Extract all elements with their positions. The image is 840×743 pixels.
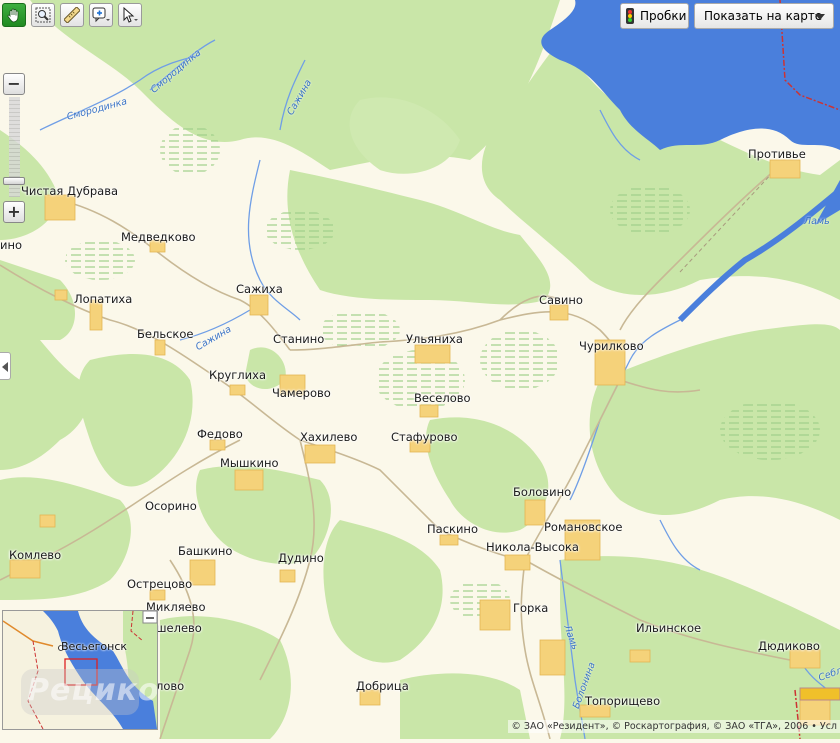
place-label: Хахилево xyxy=(300,430,358,444)
traffic-light-icon xyxy=(626,8,634,24)
place-label: Мышкино xyxy=(220,456,279,470)
add-placemark-icon xyxy=(92,7,110,23)
show-on-map-label: Показать на карте xyxy=(704,9,823,23)
place-label: Медведково xyxy=(121,230,196,244)
map-toolbar xyxy=(2,3,142,27)
place-label: Ильинское xyxy=(636,621,702,635)
place-label: Осорино xyxy=(145,499,197,513)
place-label: Чурилково xyxy=(579,339,644,353)
hand-tool-button[interactable] xyxy=(2,3,26,27)
place-label: Федово xyxy=(197,427,243,441)
add-placemark-button[interactable] xyxy=(89,3,113,27)
zoom-control: − + xyxy=(3,73,27,225)
place-label: Комлево xyxy=(9,548,62,562)
place-label: Острецово xyxy=(127,577,193,591)
traffic-button[interactable]: Пробки xyxy=(620,3,689,29)
show-on-map-dropdown[interactable]: Показать на карте xyxy=(694,3,834,29)
chevron-left-icon xyxy=(2,362,8,372)
place-label: Дюдиково xyxy=(758,639,820,653)
place-label: Добрица xyxy=(356,679,409,693)
place-label: Топорищево xyxy=(585,694,661,708)
place-label: Чистая Дубрава xyxy=(21,184,119,198)
place-label: Веселово xyxy=(414,391,471,405)
overview-minimap[interactable]: Весьегонск Рецикозя xyxy=(2,610,158,730)
side-panel-toggle[interactable] xyxy=(0,352,11,380)
place-label: Горка xyxy=(513,601,549,615)
ruler-icon xyxy=(64,7,80,23)
zoom-out-button[interactable]: − xyxy=(3,73,25,95)
chevron-down-icon xyxy=(815,14,825,20)
place-label: Башкино xyxy=(178,544,233,558)
zoom-slider-handle[interactable] xyxy=(3,177,25,185)
place-label: лово xyxy=(156,679,185,693)
place-label: Савино xyxy=(539,293,583,307)
place-label: Бельское xyxy=(137,327,194,341)
select-tool-button[interactable] xyxy=(118,3,142,27)
place-label: ино xyxy=(0,238,23,252)
place-label: Стафурово xyxy=(391,430,458,444)
watermark-text: Рецикозя xyxy=(27,673,158,708)
select-cursor-icon xyxy=(123,7,138,23)
copyright-notice: © ЗАО «Резидент», © Роскартография, © ЗА… xyxy=(508,720,840,733)
ruler-button[interactable] xyxy=(60,3,84,27)
place-label: Никола-Высока xyxy=(486,540,579,554)
place-label: Сажиха xyxy=(236,282,283,296)
place-label: Станино xyxy=(273,332,325,346)
place-label: Круглиха xyxy=(209,368,266,382)
place-label: Чамерово xyxy=(272,386,331,400)
hand-icon xyxy=(7,8,19,23)
traffic-label: Пробки xyxy=(640,9,687,23)
place-label: шелево xyxy=(156,621,202,635)
place-label: Лопатиха xyxy=(74,292,133,306)
place-label: Ульяниха xyxy=(406,332,463,346)
place-label: Дудино xyxy=(278,551,324,565)
minimap-city-label: Весьегонск xyxy=(61,640,128,653)
zoom-area-icon xyxy=(35,7,51,23)
place-label: Боловино xyxy=(513,485,572,499)
place-label: Паскино xyxy=(427,522,478,536)
river-label: Ламь xyxy=(804,216,830,227)
place-label: Противье xyxy=(748,147,806,161)
zoom-area-button[interactable] xyxy=(31,3,55,27)
place-label: Романовское xyxy=(544,520,623,534)
zoom-in-button[interactable]: + xyxy=(3,201,25,223)
